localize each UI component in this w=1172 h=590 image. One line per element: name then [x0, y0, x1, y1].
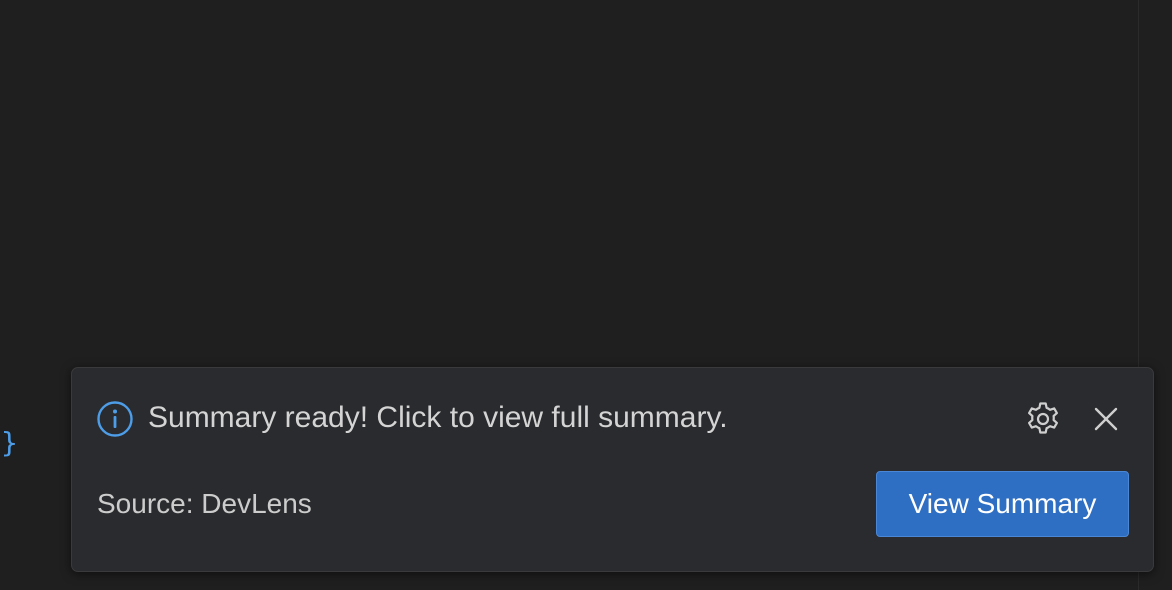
notification-source: Source: DevLens: [97, 488, 312, 519]
notification-toast: Summary ready! Click to view full summar…: [71, 367, 1154, 572]
info-icon: [96, 400, 134, 438]
close-icon[interactable]: [1089, 402, 1123, 436]
notification-message: Summary ready! Click to view full summar…: [148, 401, 728, 434]
view-summary-button[interactable]: View Summary: [876, 471, 1129, 537]
code-closing-brace: }: [1, 426, 18, 459]
gear-icon[interactable]: [1023, 399, 1063, 439]
